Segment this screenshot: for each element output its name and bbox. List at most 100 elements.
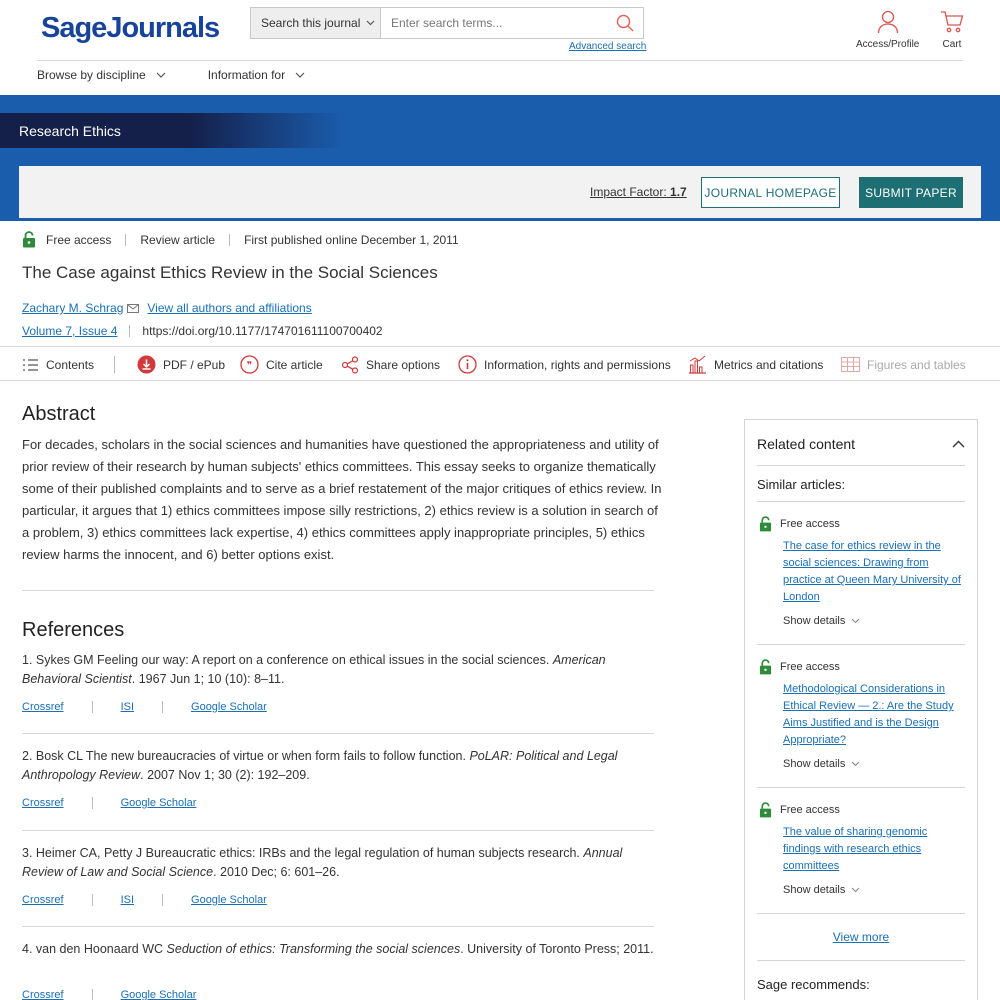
sidebar-divider — [757, 913, 965, 914]
divider — [91, 701, 93, 713]
impact-factor-value: 1.7 — [670, 185, 687, 199]
search-button[interactable] — [607, 8, 643, 38]
list-icon — [23, 358, 38, 371]
search-scope-select[interactable]: Search this journal — [251, 8, 381, 38]
reference-text: 1. Sykes GM Feeling our way: A report on… — [22, 653, 553, 667]
crossref-link[interactable]: Crossref — [22, 894, 64, 906]
nav-information-for[interactable]: Information for — [208, 68, 305, 82]
submit-paper-button[interactable]: SUBMIT PAPER — [859, 177, 963, 208]
top-navigation: Browse by discipline Information for — [37, 68, 305, 82]
show-details-label: Show details — [783, 884, 846, 896]
share-icon — [341, 355, 359, 374]
isi-link[interactable]: ISI — [121, 894, 134, 906]
open-lock-icon — [759, 802, 772, 818]
access-badge: Free access — [759, 516, 840, 532]
show-details-label: Show details — [783, 758, 846, 770]
reference-item: 1. Sykes GM Feeling our way: A report on… — [22, 651, 654, 689]
google-scholar-link[interactable]: Google Scholar — [121, 797, 197, 809]
reference-item: 2. Bosk CL The new bureaucracies of virt… — [22, 747, 654, 785]
google-scholar-link[interactable]: Google Scholar — [191, 894, 267, 906]
open-lock-icon — [759, 659, 772, 675]
volume-issue-link[interactable]: Volume 7, Issue 4 — [22, 324, 117, 338]
contents-button[interactable]: Contents — [22, 347, 94, 382]
publication-date: First published online December 1, 2011 — [244, 232, 459, 247]
access-profile-button[interactable]: Access/Profile — [856, 10, 919, 50]
access-label: Free access — [780, 804, 840, 816]
isi-link[interactable]: ISI — [121, 701, 134, 713]
google-scholar-link[interactable]: Google Scholar — [121, 989, 197, 1000]
pdf-epub-button[interactable]: PDF / ePub — [137, 347, 225, 382]
contents-label: Contents — [46, 357, 95, 372]
cite-article-button[interactable]: ❞ Cite article — [240, 347, 323, 382]
sage-journals-logo[interactable]: SageJournals — [41, 12, 220, 45]
crossref-link[interactable]: Crossref — [22, 989, 64, 1000]
show-details-toggle[interactable]: Show details — [783, 758, 860, 770]
reference-divider — [22, 733, 654, 734]
chevron-down-icon — [295, 72, 305, 78]
nav-label: Information for — [207, 68, 286, 82]
bar-chart-icon — [689, 355, 706, 374]
view-all-authors-link[interactable]: View all authors and affiliations — [147, 301, 311, 315]
reference-source: Seduction of ethics: Transforming the so… — [166, 942, 461, 956]
metrics-citations-button[interactable]: Metrics and citations — [688, 347, 823, 382]
related-content-toggle[interactable]: Related content — [757, 436, 965, 452]
abstract-text: For decades, scholars in the social scie… — [22, 437, 662, 562]
related-content-heading: Related content — [757, 436, 856, 452]
advanced-search-link[interactable]: Advanced search — [569, 41, 646, 52]
reference-details: . 2007 Nov 1; 30 (2): 192–209. — [140, 768, 310, 782]
journal-name[interactable]: Research Ethics — [0, 113, 345, 148]
reference-details: . University of Toronto Press; 2011. — [460, 942, 654, 956]
references-heading: References — [22, 619, 125, 641]
article-title: The Case against Ethics Review in the So… — [22, 263, 438, 282]
related-article-link[interactable]: The case for ethics review in the social… — [783, 538, 963, 606]
access-badge: Free access — [759, 659, 840, 675]
envelope-icon[interactable] — [127, 303, 140, 313]
similar-articles-heading: Similar articles: — [757, 477, 846, 492]
cart-label: Cart — [942, 39, 962, 50]
nav-label: Browse by discipline — [37, 68, 146, 82]
access-profile-label: Access/Profile — [856, 39, 920, 50]
information-rights-button[interactable]: Information, rights and permissions — [458, 347, 671, 382]
cart-button[interactable]: Cart — [940, 10, 964, 50]
sidebar-divider — [757, 787, 965, 788]
search-icon — [616, 14, 634, 32]
divider — [162, 894, 164, 906]
related-content-panel: Related content Similar articles: Free a… — [744, 419, 978, 1000]
reference-text: 2. Bosk CL The new bureaucracies of virt… — [22, 749, 470, 763]
sage-recommends-heading: Sage recommends: — [757, 977, 870, 992]
share-options-button[interactable]: Share options — [341, 347, 440, 382]
author-link[interactable]: Zachary M. Schrag — [22, 301, 123, 315]
related-article-link[interactable]: The value of sharing genomic findings wi… — [783, 824, 963, 875]
reference-item: 4. van den Hoonaard WC Seduction of ethi… — [22, 940, 654, 959]
crossref-link[interactable]: Crossref — [22, 701, 64, 713]
section-divider — [22, 590, 654, 591]
divider — [91, 797, 93, 809]
divider — [91, 989, 93, 1000]
divider — [129, 325, 131, 337]
nav-browse-by-discipline[interactable]: Browse by discipline — [37, 68, 166, 82]
info-icon — [458, 355, 477, 374]
article-meta: Free access Review article First publish… — [22, 231, 459, 248]
chevron-down-icon — [851, 618, 860, 624]
journal-homepage-button[interactable]: JOURNAL HOMEPAGE — [701, 177, 840, 208]
search-input[interactable] — [381, 8, 607, 38]
divider — [162, 701, 164, 713]
impact-factor-label: Impact Factor: — [590, 185, 667, 199]
crossref-link[interactable]: Crossref — [22, 797, 64, 809]
table-icon — [841, 357, 860, 372]
cart-icon — [941, 11, 964, 33]
divider — [114, 356, 115, 373]
doi: https://doi.org/10.1177/1747016111007004… — [142, 324, 383, 338]
related-article-link[interactable]: Methodological Considerations in Ethical… — [783, 681, 963, 749]
author-line: Zachary M. Schrag View all authors and a… — [22, 301, 312, 315]
impact-factor-link[interactable]: Impact Factor: 1.7 — [590, 185, 687, 199]
open-lock-icon — [23, 231, 35, 248]
show-details-toggle[interactable]: Show details — [783, 615, 860, 627]
google-scholar-link[interactable]: Google Scholar — [191, 701, 267, 713]
chevron-down-icon — [851, 887, 860, 893]
sidebar-divider — [757, 644, 965, 645]
chevron-up-icon — [952, 440, 965, 448]
download-icon — [137, 355, 156, 374]
show-details-toggle[interactable]: Show details — [783, 884, 860, 896]
view-more-link[interactable]: View more — [745, 930, 977, 944]
